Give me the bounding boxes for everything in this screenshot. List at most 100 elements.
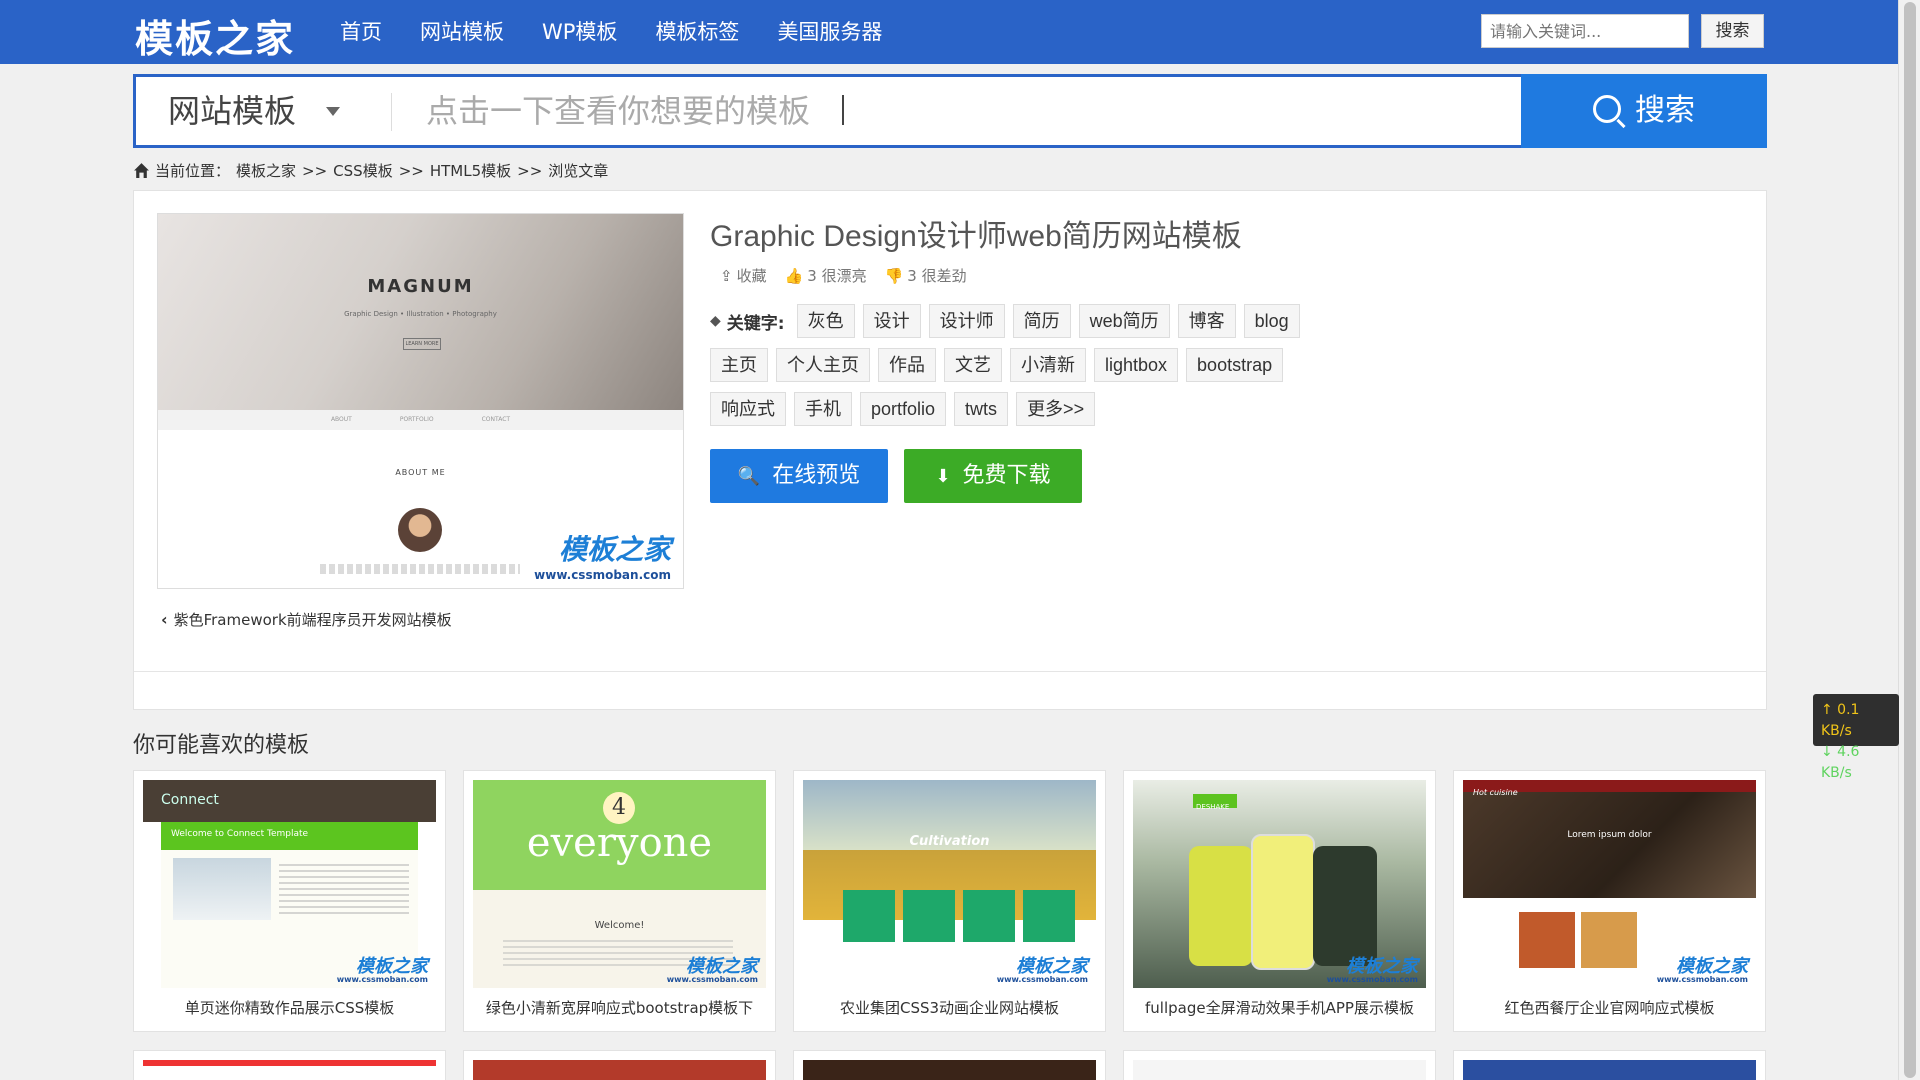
like-button[interactable]: 👍 3 很漂亮 <box>785 265 867 286</box>
template-thumbnail[interactable]: DESHAKE 模板之家 www.cssmoban.com <box>1133 780 1426 988</box>
top-search-input[interactable] <box>1481 14 1689 48</box>
main-search-button[interactable]: 搜索 <box>1521 74 1767 148</box>
template-thumbnail[interactable] <box>1463 1060 1756 1080</box>
site-logo[interactable]: 模板之家 <box>135 8 295 63</box>
breadcrumb-item-css[interactable]: CSS模板 <box>333 160 393 181</box>
template-caption[interactable]: 农业集团CSS3动画企业网站模板 <box>794 993 1105 1023</box>
tag[interactable]: 手机 <box>794 392 852 426</box>
tag[interactable]: blog <box>1243 304 1300 338</box>
dislike-button[interactable]: 👎 3 很差劲 <box>885 265 967 286</box>
tag[interactable]: 简历 <box>1012 304 1071 338</box>
tag[interactable]: 响应式 <box>710 392 786 426</box>
thumb-subtitle: Welcome to Connect Template <box>171 829 309 839</box>
favorite-button[interactable]: ⇪ 收藏 <box>720 265 767 286</box>
tag[interactable]: twts <box>954 392 1009 426</box>
card-divider <box>134 671 1766 672</box>
watermark-text: 模板之家 <box>1676 956 1748 977</box>
recommend-card[interactable]: Connect Welcome to Connect Template 模板之家… <box>133 770 446 1032</box>
template-thumbnail[interactable] <box>1133 1060 1426 1080</box>
tag[interactable]: 主页 <box>710 348 768 382</box>
chevron-down-icon[interactable] <box>326 107 340 116</box>
thumb-feature-box <box>1023 890 1075 942</box>
nav-link-home[interactable]: 首页 <box>340 0 382 64</box>
recommend-card[interactable]: Cultivation 模板之家 www.cssmoban.com 农业集团CSS… <box>793 770 1106 1032</box>
recommend-card[interactable]: 4 everyone Welcome! 模板之家 www.cssmoban.com… <box>463 770 776 1032</box>
template-thumbnail[interactable]: Hot cuisine Lorem ipsum dolor 模板之家 www.cs… <box>1463 780 1756 988</box>
template-caption[interactable]: 绿色小清新宽屏响应式bootstrap模板下 <box>464 993 775 1023</box>
tag[interactable]: portfolio <box>860 392 947 426</box>
scrollbar-thumb[interactable] <box>1904 2 1916 1078</box>
recommend-card[interactable] <box>793 1050 1106 1080</box>
nav-link-site-templates[interactable]: 网站模板 <box>420 0 504 64</box>
thumb-image <box>1581 912 1637 968</box>
free-download-button[interactable]: ⬇ 免费下载 <box>904 449 1082 503</box>
recommend-card[interactable]: DESHAKE 模板之家 www.cssmoban.com fullpage全屏滑… <box>1123 770 1436 1032</box>
watermark-url: www.cssmoban.com <box>666 975 758 984</box>
template-thumbnail[interactable]: 4 everyone Welcome! 模板之家 www.cssmoban.com <box>473 780 766 988</box>
preview-menu-item: PORTFOLIO <box>399 416 434 423</box>
main-search-button-label: 搜索 <box>1635 93 1695 128</box>
nav-link-template-tags[interactable]: 模板标签 <box>655 0 739 64</box>
template-thumbnail[interactable] <box>143 1060 436 1080</box>
online-preview-button[interactable]: 🔍 在线预览 <box>710 449 888 503</box>
nav-link-wp-templates[interactable]: WP模板 <box>542 0 617 64</box>
thumb-brand: Hot cuisine <box>1473 788 1518 797</box>
template-thumbnail[interactable] <box>473 1060 766 1080</box>
recommend-section-title: 你可能喜欢的模板 <box>133 733 310 758</box>
thumb-title: Connect <box>161 792 219 808</box>
thumb-feature-box <box>903 890 955 942</box>
template-caption[interactable]: 红色西餐厅企业官网响应式模板 <box>1454 993 1765 1023</box>
tag[interactable]: 灰色 <box>796 304 855 338</box>
thumb-phone <box>1313 846 1377 966</box>
thumb-badge: DESHAKE <box>1193 794 1237 811</box>
tag-row: ◆ 关键字: 灰色 设计 设计师 简历 web简历 博客 blog <box>710 299 1330 343</box>
template-caption[interactable]: fullpage全屏滑动效果手机APP展示模板 <box>1124 993 1435 1023</box>
breadcrumb-item-current: 浏览文章 <box>548 162 609 180</box>
watermark-url: www.cssmoban.com <box>534 568 671 582</box>
preview-menu: ABOUT PORTFOLIO CONTACT <box>158 410 683 430</box>
tag[interactable]: 文艺 <box>944 348 1002 382</box>
nav-link-us-servers[interactable]: 美国服务器 <box>777 0 882 64</box>
template-caption[interactable]: 单页迷你精致作品展示CSS模板 <box>134 993 445 1023</box>
keywords-label-text: 关键字: <box>726 313 785 334</box>
thumb-header: Hot cuisine <box>1463 780 1756 797</box>
breadcrumb-separator: >> <box>398 161 424 180</box>
breadcrumb-item-home[interactable]: 模板之家 <box>236 160 296 181</box>
previous-template-link[interactable]: ‹ 紫色Framework前端程序员开发网站模板 <box>161 609 452 630</box>
preview-brand: MAGNUM <box>367 276 474 297</box>
watermark-url: www.cssmoban.com <box>996 975 1088 984</box>
recommend-card[interactable] <box>1453 1050 1766 1080</box>
recommend-card[interactable] <box>133 1050 446 1080</box>
like-count: 3 很漂亮 <box>807 267 867 285</box>
tag[interactable]: 个人主页 <box>776 348 870 382</box>
recommend-card[interactable]: Hot cuisine Lorem ipsum dolor 模板之家 www.cs… <box>1453 770 1766 1032</box>
avatar <box>398 508 442 552</box>
nav-links: 首页 网站模板 WP模板 模板标签 美国服务器 <box>340 0 920 64</box>
tag[interactable]: web简历 <box>1078 304 1170 338</box>
breadcrumb-item-html5[interactable]: HTML5模板 <box>430 160 511 181</box>
recommend-card[interactable] <box>1123 1050 1436 1080</box>
tag[interactable]: 设计 <box>862 304 921 338</box>
top-search-button[interactable]: 搜索 <box>1701 14 1764 48</box>
tag[interactable]: 作品 <box>878 348 936 382</box>
tag[interactable]: bootstrap <box>1186 348 1284 382</box>
template-thumbnail[interactable] <box>803 1060 1096 1080</box>
tag[interactable]: lightbox <box>1094 348 1179 382</box>
thumb-phone <box>1189 846 1253 966</box>
thumbs-up-icon: 👍 <box>784 267 804 285</box>
template-preview-image[interactable]: MAGNUM Graphic Design • Illustration • P… <box>157 213 684 589</box>
main-search-input[interactable]: 点击一下查看你想要的模板 <box>426 77 810 145</box>
search-category-select[interactable]: 网站模板 <box>168 77 296 145</box>
template-thumbnail[interactable]: Connect Welcome to Connect Template 模板之家… <box>143 780 436 988</box>
preview-text-lines <box>320 564 520 574</box>
watermark-text: 模板之家 <box>686 956 758 977</box>
more-tags-link[interactable]: 更多>> <box>1016 392 1096 426</box>
keywords-label: ◆ 关键字: <box>710 309 785 334</box>
template-thumbnail[interactable]: Cultivation 模板之家 www.cssmoban.com <box>803 780 1096 988</box>
recommend-card[interactable] <box>463 1050 776 1080</box>
thumb-title: Lorem ipsum dolor <box>1567 830 1652 840</box>
tag[interactable]: 设计师 <box>928 304 1005 338</box>
page-scrollbar[interactable] <box>1898 0 1920 1080</box>
tag[interactable]: 小清新 <box>1010 348 1086 382</box>
tag[interactable]: 博客 <box>1177 304 1236 338</box>
